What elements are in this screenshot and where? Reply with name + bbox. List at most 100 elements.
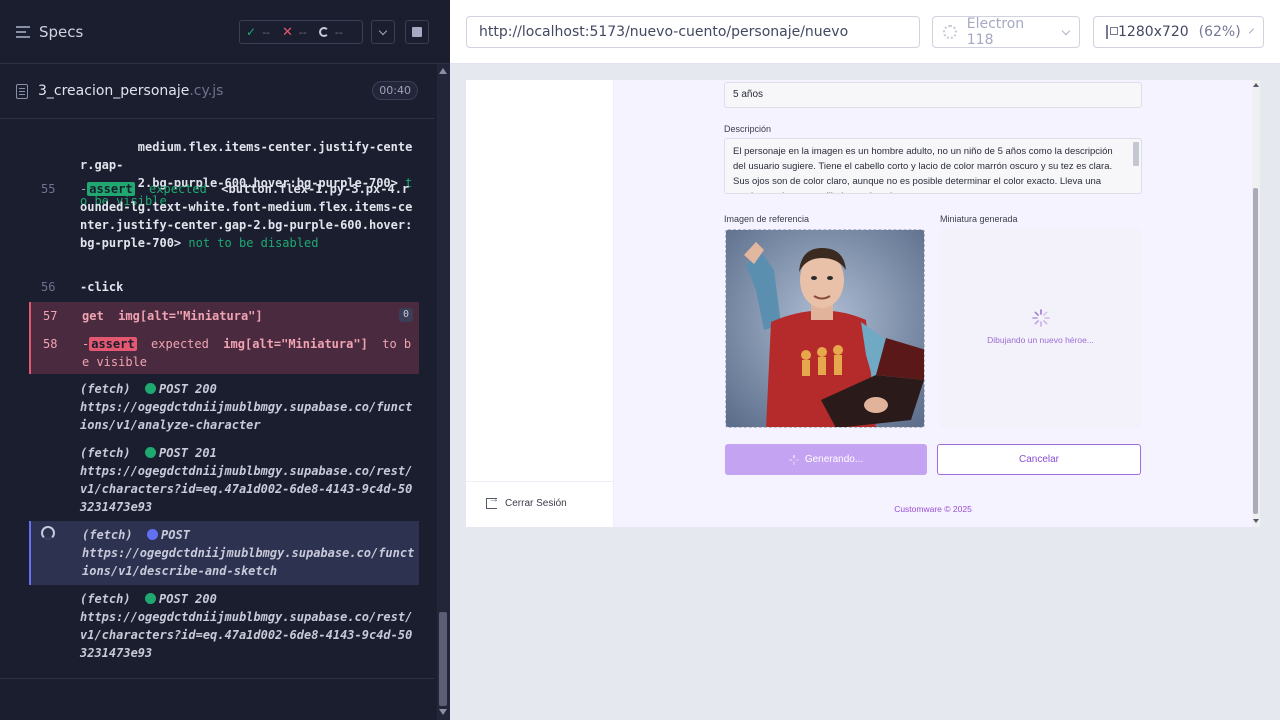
character-form: 5 años Descripción El personaje en la im… (614, 80, 1252, 527)
browser-toolbar: http://localhost:5173/nuevo-cuento/perso… (450, 0, 1280, 64)
menu-icon (16, 25, 30, 38)
fetch-url: https://ogegdctdniijmublbmgy.supabase.co… (80, 400, 413, 432)
command-selector: img[alt="Miniatura"] (223, 337, 368, 351)
command-name: get (82, 309, 104, 323)
browser-name: Electron 118 (966, 16, 1025, 48)
status-dot (147, 529, 159, 540)
footer-text: Customware © 2025 (894, 504, 972, 514)
cancel-button[interactable]: Cancelar (937, 444, 1141, 475)
browser-selector[interactable]: Electron 118 (932, 16, 1080, 48)
thumbnail-placeholder: Dibujando un nuevo héroe... (940, 229, 1141, 428)
reference-photo (726, 230, 924, 427)
loading-spinner-icon (788, 454, 799, 465)
viewport-zoom: (62%) (1198, 24, 1241, 40)
chevron-down-icon (1061, 26, 1071, 35)
viewport-size: 1280x720 (1118, 24, 1189, 40)
command-number: 57 (43, 309, 58, 323)
thumbnail-label: Miniatura generada (940, 214, 1018, 224)
failed-stat: ✕ -- (276, 25, 313, 40)
stop-icon (412, 27, 422, 37)
command-row-failed[interactable]: 58 - assert expected img[alt="Miniatura"]… (29, 330, 419, 374)
element-count-badge: 0 (398, 308, 413, 322)
fetch-row[interactable]: (fetch) POST 200 https://ogegdctdniijmub… (29, 380, 419, 440)
fetch-type: (fetch) (80, 446, 131, 460)
loading-spinner-icon (41, 526, 55, 540)
spec-file-ext: .cy.js (189, 83, 224, 99)
reference-image-label: Imagen de referencia (724, 214, 810, 224)
command-log: medium.flex.items-center.justify-center.… (29, 120, 419, 668)
reporter-header: Specs ✓ -- ✕ -- -- (0, 0, 450, 64)
fetch-type: (fetch) (80, 592, 131, 606)
command-row[interactable]: 55 - assert expected <button.flex-1.py-3.… (29, 180, 419, 270)
logout-button[interactable]: Cerrar Sesión (486, 494, 567, 509)
logout-label: Cerrar Sesión (505, 498, 567, 509)
pending-count: -- (334, 25, 343, 39)
command-selector: medium.flex.items-center.justify-center.… (80, 140, 413, 172)
fetch-method: POST 200 (159, 592, 217, 606)
url-bar[interactable]: http://localhost:5173/nuevo-cuento/perso… (466, 16, 920, 48)
command-row[interactable]: medium.flex.items-center.justify-center.… (29, 120, 419, 208)
browser-icon (943, 25, 957, 39)
passed-count: -- (262, 25, 271, 39)
app-scrollbar-thumb[interactable] (1253, 188, 1258, 514)
auto-scroll-button[interactable] (371, 20, 395, 44)
pending-stat: -- (313, 26, 349, 39)
app-sidebar: Cerrar Sesión (466, 80, 614, 527)
fetch-method: POST 200 (159, 382, 217, 396)
status-dot (145, 447, 157, 458)
generate-button-label: Generando... (804, 454, 864, 465)
command-number: 55 (41, 182, 56, 196)
thumbnail-loading-text: Dibujando un nuevo héroe... (987, 335, 1094, 345)
fetch-row-pending[interactable]: (fetch) POST https://ogegdctdniijmublbmg… (29, 521, 419, 585)
command-selector: img[alt="Miniatura"] (118, 309, 263, 323)
generate-button[interactable]: Generando... (725, 444, 927, 475)
divider (0, 678, 434, 679)
assert-badge: assert (87, 182, 135, 196)
scroll-down-icon[interactable] (439, 709, 447, 715)
scroll-down-icon[interactable] (1253, 519, 1259, 523)
assert-badge: assert (89, 337, 137, 351)
logout-icon (486, 494, 499, 509)
stop-button[interactable] (405, 20, 429, 44)
description-textarea[interactable]: El personaje en la imagen es un hombre a… (724, 138, 1142, 194)
reference-image[interactable] (725, 229, 925, 428)
fetch-row[interactable]: (fetch) POST 200 https://ogegdctdniijmub… (29, 590, 419, 668)
app-under-test: Cerrar Sesión 5 años Descripción El pers… (466, 80, 1260, 527)
status-dot (145, 383, 157, 394)
loading-spinner-icon (1032, 309, 1050, 327)
x-icon: ✕ (282, 24, 293, 40)
chevron-down-icon (1248, 28, 1254, 33)
command-row[interactable]: 56 -click (29, 278, 419, 298)
specs-toggle[interactable]: Specs (16, 23, 83, 41)
fetch-url: https://ogegdctdniijmublbmgy.supabase.co… (80, 610, 413, 660)
failed-count: -- (298, 25, 307, 39)
fetch-method: POST 201 (159, 446, 217, 460)
viewport-selector[interactable]: 1280x720 (62%) (1093, 16, 1264, 48)
specs-title: Specs (39, 22, 84, 41)
age-field[interactable]: 5 años (724, 82, 1142, 108)
fetch-url: https://ogegdctdniijmublbmgy.supabase.co… (80, 464, 413, 514)
command-row-failed[interactable]: 57 get img[alt="Miniatura"] 0 (29, 302, 419, 330)
spec-duration: 00:40 (372, 81, 418, 100)
fetch-type: (fetch) (80, 382, 131, 396)
divider (466, 481, 614, 482)
command-keyword: expected (151, 337, 209, 351)
fetch-type: (fetch) (82, 528, 133, 542)
chevron-down-icon (378, 26, 388, 35)
textarea-scrollbar[interactable] (1133, 142, 1139, 166)
scroll-up-icon[interactable] (1253, 83, 1259, 87)
description-label: Descripción (724, 124, 772, 134)
command-number: 58 (43, 337, 58, 351)
viewport-icon (1106, 25, 1118, 39)
passed-stat: ✓ -- (240, 25, 276, 39)
fetch-url: https://ogegdctdniijmublbmgy.supabase.co… (82, 546, 415, 578)
spec-file-row[interactable]: 3_creacion_personaje .cy.js 00:40 (0, 64, 434, 119)
fetch-row[interactable]: (fetch) POST 201 https://ogegdctdniijmub… (29, 444, 419, 520)
reporter-scrollbar-thumb[interactable] (439, 612, 447, 706)
command-suffix: not to be disabled (188, 236, 319, 250)
command-keyword: expected (149, 182, 207, 196)
test-stats: ✓ -- ✕ -- -- (239, 20, 363, 44)
check-icon: ✓ (246, 25, 257, 39)
fetch-method: POST (161, 528, 190, 542)
scroll-up-icon[interactable] (439, 68, 447, 74)
